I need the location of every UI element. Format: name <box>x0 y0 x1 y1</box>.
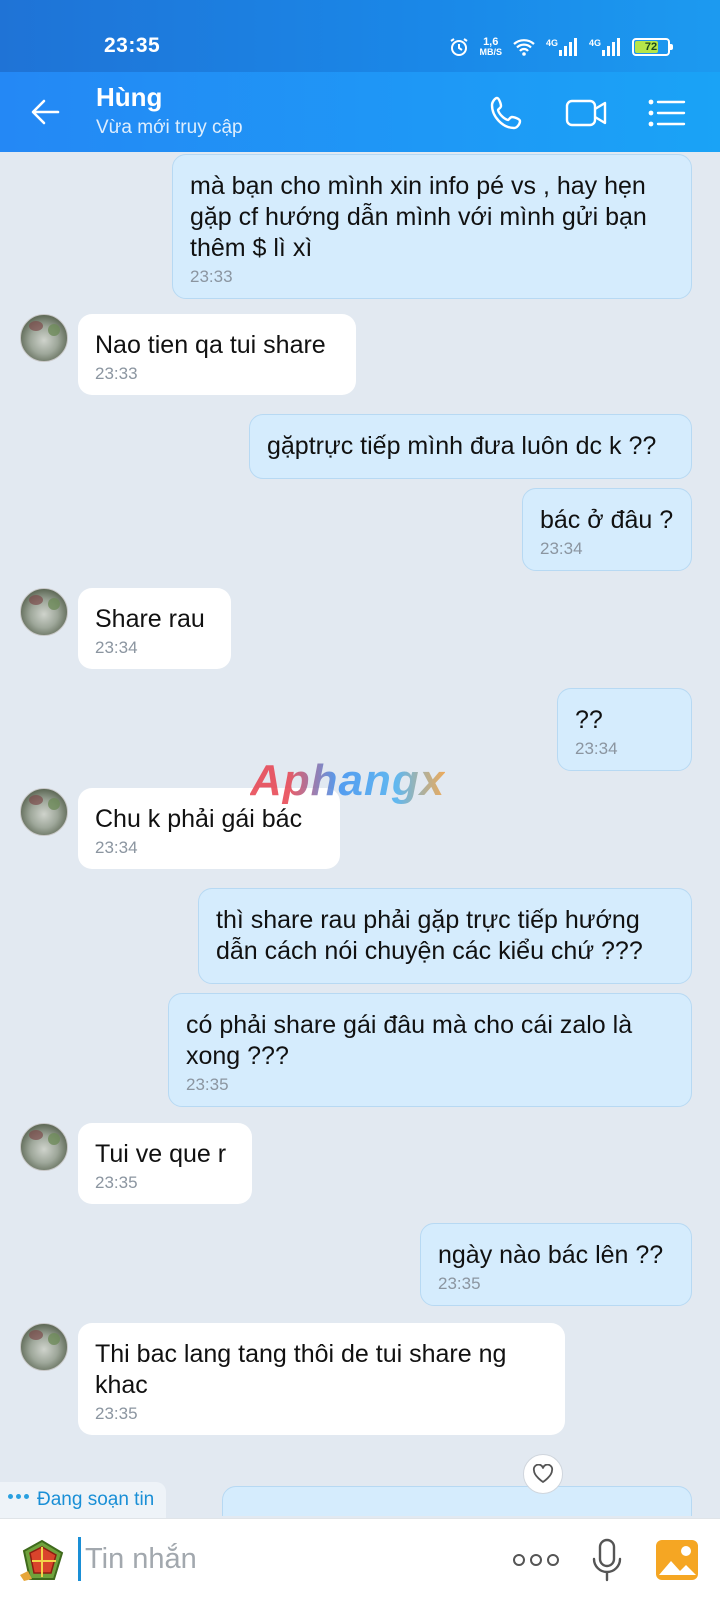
message-time: 23:35 <box>95 1173 138 1192</box>
message-bubble-outgoing[interactable]: gặptrực tiếp mình đưa luôn dc k ?? <box>249 414 692 479</box>
message-time: 23:34 <box>540 539 583 558</box>
message-time: 23:35 <box>186 1075 229 1094</box>
message-composer <box>0 1518 720 1600</box>
message-time: 23:33 <box>95 364 138 383</box>
message-bubble-outgoing[interactable]: thì share rau phải gặp trực tiếp hướng d… <box>198 888 692 984</box>
contact-name[interactable]: Hùng <box>96 82 162 113</box>
contact-status: Vừa mới truy cập <box>96 117 243 138</box>
message-bubble-incoming[interactable]: Thi bac lang tang thôi de tui share ng k… <box>78 1323 565 1435</box>
menu-button[interactable] <box>646 92 688 134</box>
message-bubble-incoming[interactable]: Tui ve que r 23:35 <box>78 1123 252 1204</box>
watermark-logo: Aphangx <box>250 756 446 805</box>
contact-avatar[interactable] <box>20 788 68 836</box>
battery-level: 72 <box>644 41 658 53</box>
video-call-icon <box>565 99 607 127</box>
sticker-icon <box>20 1539 64 1581</box>
message-text: bác ở đâu ? <box>540 506 674 534</box>
mic-icon <box>592 1538 622 1582</box>
typing-indicator-text: Đang soạn tin <box>37 1489 155 1510</box>
message-bubble-outgoing[interactable]: ?? 23:34 <box>557 688 692 771</box>
more-button[interactable] <box>512 1547 560 1573</box>
contact-avatar[interactable] <box>20 1123 68 1171</box>
signal-1: 4G <box>546 38 579 56</box>
back-button[interactable] <box>28 94 64 130</box>
contact-avatar[interactable] <box>20 314 68 362</box>
signal-bars-icon <box>558 38 577 56</box>
message-time: 23:33 <box>190 267 233 286</box>
message-time: 23:35 <box>95 1404 138 1423</box>
message-bubble-outgoing[interactable]: bác ở đâu ? 23:34 <box>522 488 692 571</box>
status-bar: 23:35 1,6 MB/S 4G 4G 72 <box>0 0 720 72</box>
net-speed-unit: MB/S <box>479 47 502 57</box>
message-text: Thi bac lang tang thôi de tui share ng k… <box>95 1340 507 1399</box>
message-bubble-outgoing[interactable]: có phải share gái đâu mà cho cái zalo là… <box>168 993 692 1107</box>
voice-button[interactable] <box>590 1537 624 1583</box>
phone-call-button[interactable] <box>486 92 528 134</box>
typing-indicator: Đang soạn tin <box>0 1482 167 1518</box>
message-text: có phải share gái đâu mà cho cái zalo là… <box>186 1011 633 1070</box>
message-text: Tui ve que r <box>95 1140 227 1168</box>
battery-icon: 72 <box>632 38 673 56</box>
message-input[interactable] <box>78 1537 478 1581</box>
sticker-button[interactable] <box>16 1535 68 1585</box>
chat-header: Hùng Vừa mới truy cập <box>0 72 720 152</box>
back-arrow-icon <box>31 99 60 125</box>
message-bubble-incoming[interactable]: Share rau 23:34 <box>78 588 231 669</box>
message-time: 23:35 <box>438 1274 481 1293</box>
message-list[interactable]: mà bạn cho mình xin info pé vs , hay hẹn… <box>0 152 720 1516</box>
message-text: Nao tien qa tui share <box>95 331 326 359</box>
net-speed-value: 1,6 <box>483 36 499 48</box>
contact-avatar[interactable] <box>20 588 68 636</box>
message-time: 23:34 <box>95 838 138 857</box>
alarm-icon <box>449 37 469 57</box>
more-icon <box>513 1554 559 1566</box>
status-time: 23:35 <box>104 34 161 57</box>
wifi-icon <box>512 37 536 57</box>
heart-icon <box>532 1464 554 1483</box>
message-bubble-outgoing[interactable]: ngày nào bác lên ?? 23:35 <box>420 1223 692 1306</box>
image-button[interactable] <box>655 1539 699 1581</box>
message-bubble-incoming[interactable]: Nao tien qa tui share 23:33 <box>78 314 356 395</box>
message-time: 23:34 <box>575 739 618 758</box>
signal-2: 4G <box>589 38 622 56</box>
react-button[interactable] <box>523 1454 563 1494</box>
contact-avatar[interactable] <box>20 1323 68 1371</box>
message-text: Chu k phải gái bác <box>95 805 303 833</box>
typing-dots-icon <box>8 1493 29 1499</box>
video-call-button[interactable] <box>564 92 607 134</box>
message-text: mà bạn cho mình xin info pé vs , hay hẹn… <box>190 172 647 262</box>
message-time: 23:34 <box>95 638 138 657</box>
net-speed: 1,6 MB/S <box>479 36 502 58</box>
message-bubble-outgoing[interactable]: mà bạn cho mình xin info pé vs , hay hẹn… <box>172 154 692 299</box>
message-text: ngày nào bác lên ?? <box>438 1241 664 1269</box>
status-icons: 1,6 MB/S 4G 4G 72 <box>449 34 673 60</box>
message-text: ?? <box>575 706 603 734</box>
message-bubble-outgoing-partial[interactable] <box>222 1486 692 1516</box>
image-icon <box>656 1540 698 1580</box>
phone-icon <box>490 96 522 130</box>
signal-bars-icon <box>602 38 620 56</box>
message-text: Share rau <box>95 605 205 633</box>
message-text: thì share rau phải gặp trực tiếp hướng d… <box>216 906 643 965</box>
menu-icon <box>648 99 686 127</box>
message-text: gặptrực tiếp mình đưa luôn dc k ?? <box>267 432 657 460</box>
